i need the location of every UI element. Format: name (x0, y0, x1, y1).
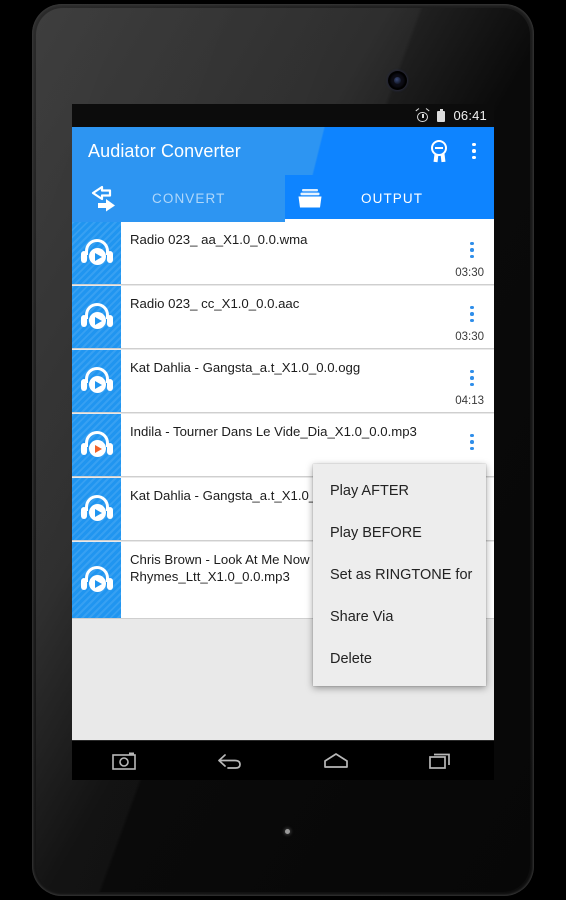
menu-item-delete[interactable]: Delete (313, 638, 486, 680)
headphones-play-icon (80, 430, 114, 460)
headphones-play-icon (80, 366, 114, 396)
tab-convert[interactable]: CONVERT (72, 175, 285, 222)
list-item[interactable]: Kat Dahlia - Gangsta_a.t_X1.0_0.0.ogg 04… (72, 350, 494, 413)
output-file-list[interactable]: Radio 023_ aa_X1.0_0.0.wma 03:30 Radio 0… (72, 222, 494, 740)
award-badge-icon[interactable] (428, 140, 450, 163)
headphones-play-icon (80, 565, 114, 595)
list-item-thumbnail (72, 222, 121, 284)
list-item[interactable]: Radio 023_ aa_X1.0_0.0.wma 03:30 (72, 222, 494, 285)
context-menu[interactable]: Play AFTER Play BEFORE Set as RINGTONE f… (313, 464, 486, 686)
app-title: Audiator Converter (88, 140, 241, 161)
alarm-clock-icon (415, 108, 430, 122)
tab-convert-label: CONVERT (152, 191, 226, 206)
recents-icon[interactable] (418, 746, 464, 776)
list-item-thumbnail (72, 478, 121, 540)
home-icon[interactable] (313, 746, 359, 776)
front-camera-icon (388, 71, 407, 90)
app-bar: Audiator Converter (72, 127, 494, 175)
headphones-play-icon (80, 494, 114, 524)
notification-led (285, 829, 290, 834)
screenshot-camera-icon[interactable] (102, 746, 148, 776)
list-item-title: Radio 023_ aa_X1.0_0.0.wma (130, 232, 308, 247)
list-item-overflow-icon[interactable] (464, 368, 480, 388)
back-icon[interactable] (207, 746, 253, 776)
list-item-overflow-icon[interactable] (464, 304, 480, 324)
folder-icon (297, 188, 323, 210)
tab-bar: CONVERT OUTPUT (72, 175, 494, 222)
tab-output[interactable]: OUTPUT (285, 175, 494, 222)
list-item-duration: 03:30 (455, 331, 484, 343)
android-nav-bar (72, 740, 494, 780)
status-bar: 06:41 (72, 104, 494, 127)
tab-output-label: OUTPUT (361, 191, 424, 206)
overflow-menu-icon[interactable] (464, 140, 484, 162)
list-item-title: Radio 023_ cc_X1.0_0.0.aac (130, 296, 300, 311)
device-screen: 06:41 Audiator Converter CONVERT OUTPUT … (72, 104, 494, 780)
tablet-device-frame: 06:41 Audiator Converter CONVERT OUTPUT … (32, 4, 534, 896)
list-item-thumbnail (72, 286, 121, 348)
list-item-thumbnail (72, 350, 121, 412)
list-item-title: Indila - Tourner Dans Le Vide_Dia_X1.0_0… (130, 424, 417, 439)
list-item-duration: 03:30 (455, 267, 484, 279)
menu-item-set-ringtone[interactable]: Set as RINGTONE for (313, 554, 486, 596)
status-bar-time: 06:41 (453, 108, 487, 123)
list-item[interactable]: Radio 023_ cc_X1.0_0.0.aac 03:30 (72, 286, 494, 349)
list-item-overflow-icon[interactable] (464, 432, 480, 452)
convert-arrows-icon (88, 185, 120, 213)
list-item-thumbnail (72, 414, 121, 476)
list-item-overflow-icon[interactable] (464, 240, 480, 260)
headphones-play-icon (80, 302, 114, 332)
menu-item-play-before[interactable]: Play BEFORE (313, 512, 486, 554)
list-item-title: Kat Dahlia - Gangsta_a.t_X1.0_0.0.ogg (130, 360, 361, 375)
menu-item-play-after[interactable]: Play AFTER (313, 470, 486, 512)
list-item-thumbnail (72, 542, 121, 618)
battery-icon (437, 109, 446, 122)
headphones-play-icon (80, 238, 114, 268)
menu-item-share-via[interactable]: Share Via (313, 596, 486, 638)
list-item-duration: 04:13 (455, 395, 484, 407)
